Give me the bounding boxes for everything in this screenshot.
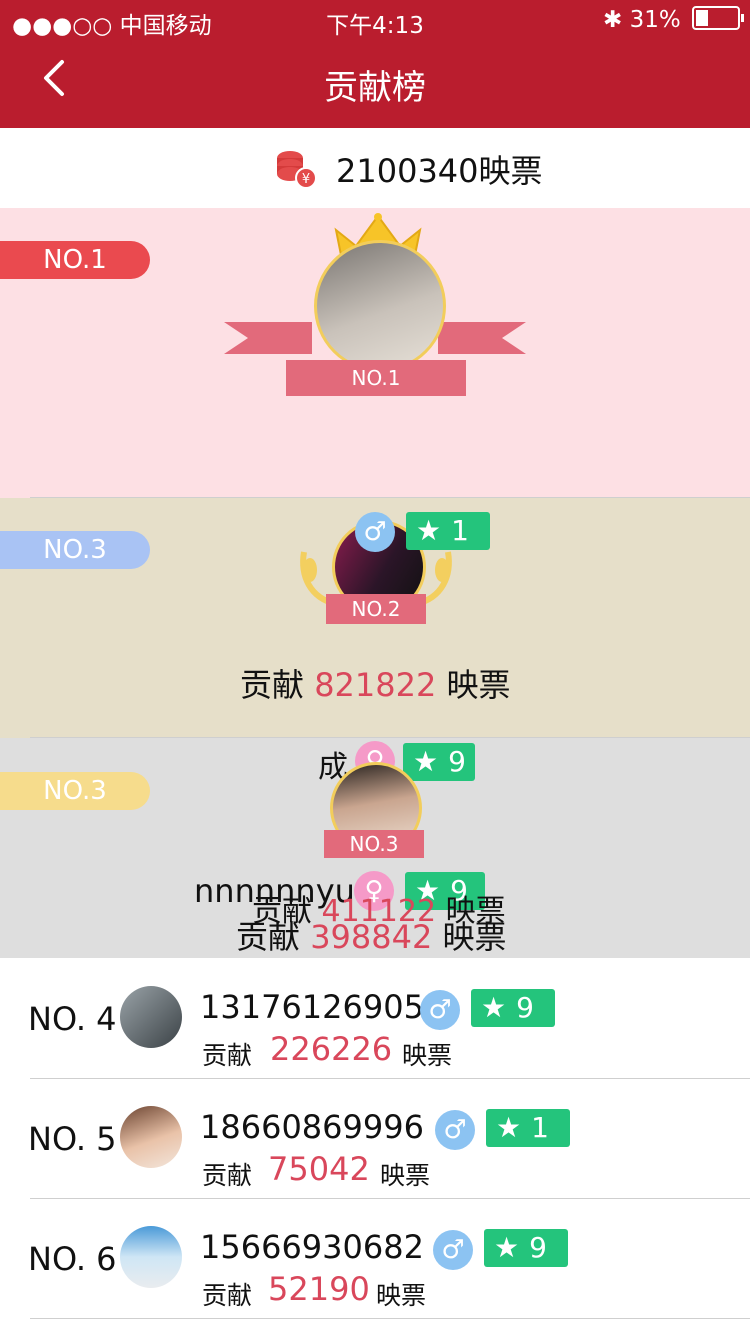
nav-bar: ●●●○○ 中国移动 下午4:13 ✱ 31% 贡献榜 bbox=[0, 0, 750, 128]
level-badge: ★ 1 bbox=[406, 512, 490, 550]
rank-2-contribution: 贡献 821822 映票 bbox=[240, 666, 511, 704]
rank-2-ribbon: NO.2 bbox=[326, 594, 426, 624]
star-icon: ★ bbox=[413, 745, 439, 778]
contribution-label: 贡献 bbox=[202, 1041, 253, 1070]
contribution-value: 52190 bbox=[268, 1270, 370, 1308]
battery-icon bbox=[692, 6, 744, 30]
total-tickets: 2100340映票 bbox=[336, 152, 543, 190]
bluetooth-icon: ✱ bbox=[602, 7, 623, 33]
list-item[interactable]: NO. 5 18660869996 ♂ ★ 1 贡献 75042 映票 bbox=[0, 1078, 750, 1198]
avatar[interactable] bbox=[120, 1106, 182, 1168]
avatar[interactable] bbox=[120, 986, 182, 1048]
list-item[interactable]: NO. 6 15666930682 ♂ ★ 9 贡献 52190 映票 bbox=[0, 1198, 750, 1318]
user-name: 13176126905 bbox=[200, 988, 424, 1026]
battery-percent: 31% bbox=[629, 7, 681, 33]
contribution-label: 贡献 bbox=[202, 1281, 253, 1310]
male-icon: ♂ bbox=[420, 990, 460, 1030]
level-badge: ★ 1 bbox=[486, 1109, 570, 1147]
rank-1-avatar[interactable] bbox=[314, 240, 446, 372]
svg-text:¥: ¥ bbox=[302, 172, 310, 187]
star-icon: ★ bbox=[416, 514, 442, 547]
level-badge: ★ 9 bbox=[484, 1229, 568, 1267]
rank-3-pill: NO.3 bbox=[0, 772, 150, 810]
male-icon: ♂ bbox=[433, 1230, 473, 1270]
page-title: 贡献榜 bbox=[324, 68, 426, 108]
rank-2-pill: NO.3 bbox=[0, 531, 150, 569]
rank-3-ribbon: NO.3 bbox=[324, 830, 424, 858]
level-badge: ★ 9 bbox=[403, 743, 475, 781]
rank-1-ribbon: NO.1 bbox=[286, 360, 466, 396]
list-item[interactable]: NO. 4 13176126905 ♂ ★ 9 贡献 226226 映票 bbox=[0, 958, 750, 1078]
rank-3-contribution: 贡献 398842 映票 bbox=[236, 918, 507, 956]
avatar[interactable] bbox=[120, 1226, 182, 1288]
contribution-value: 75042 bbox=[268, 1150, 370, 1188]
contribution-label: 贡献 bbox=[202, 1161, 253, 1190]
rank-1-pill: NO.1 bbox=[0, 241, 150, 279]
rank-number: NO. 6 bbox=[28, 1240, 117, 1278]
unit-label: 映票 bbox=[376, 1281, 427, 1310]
user-name: 15666930682 bbox=[200, 1228, 424, 1266]
rank-number: NO. 4 bbox=[28, 1000, 117, 1038]
male-icon: ♂ bbox=[435, 1110, 475, 1150]
status-right: ✱ 31% bbox=[602, 6, 744, 33]
star-icon: ★ bbox=[496, 1111, 522, 1144]
male-icon: ♂ bbox=[355, 512, 395, 552]
coin-stack-icon: ¥ bbox=[277, 151, 317, 189]
user-name: 18660869996 bbox=[200, 1108, 424, 1146]
star-icon: ★ bbox=[481, 991, 507, 1024]
level-badge: ★ 9 bbox=[471, 989, 555, 1027]
unit-label: 映票 bbox=[402, 1041, 453, 1070]
status-bar: ●●●○○ 中国移动 下午4:13 ✱ 31% bbox=[0, 0, 750, 40]
unit-label: 映票 bbox=[380, 1161, 431, 1190]
contribution-value: 226226 bbox=[270, 1030, 393, 1068]
star-icon: ★ bbox=[494, 1231, 520, 1264]
rank-number: NO. 5 bbox=[28, 1120, 117, 1158]
